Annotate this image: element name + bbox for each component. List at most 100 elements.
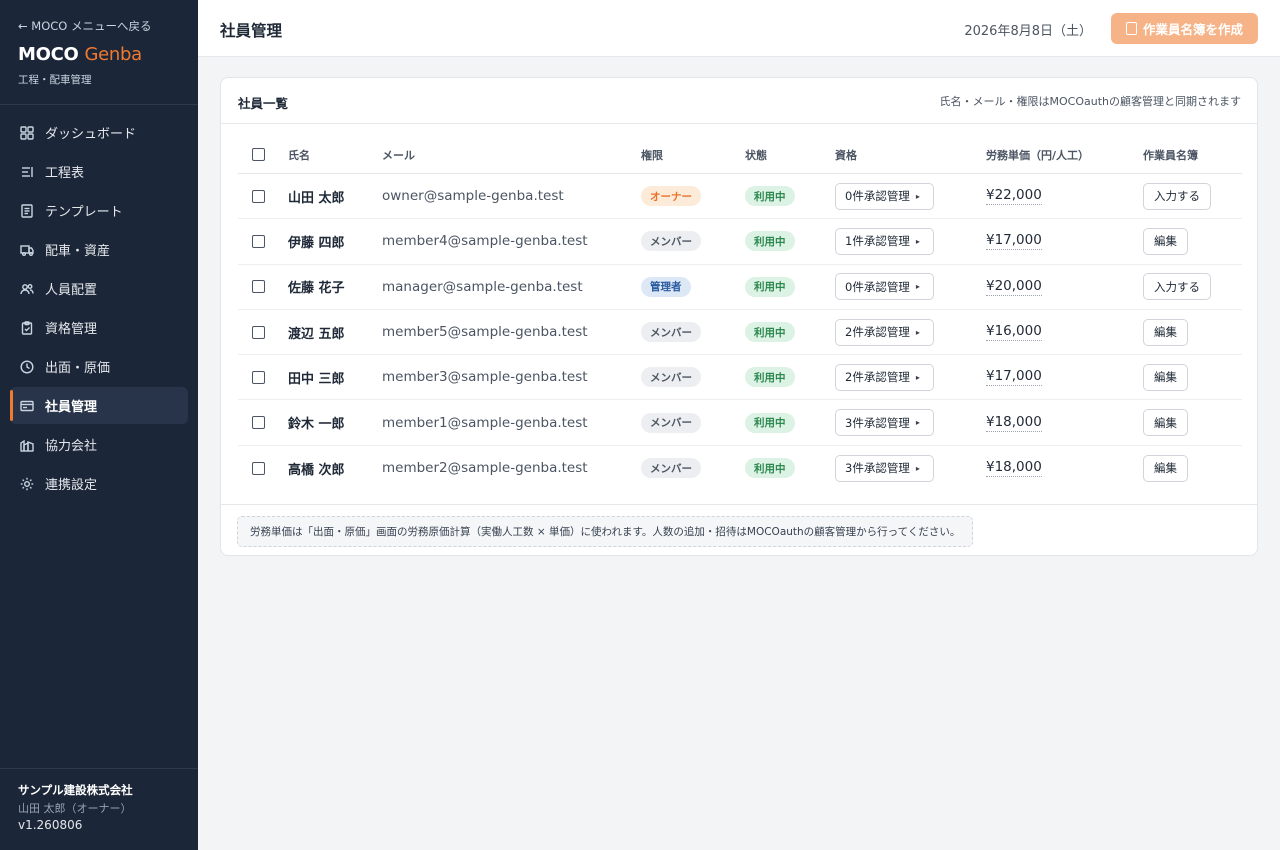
sidebar: ← MOCO メニューへ戻る MOCO Genba 工程・配車管理 ダッシュボー… bbox=[0, 0, 198, 850]
employee-email: member2@sample-genba.test bbox=[382, 460, 588, 477]
employee-email: owner@sample-genba.test bbox=[382, 188, 564, 205]
table-row: 渡辺 五郎 member5@sample-genba.test メンバー 利用中… bbox=[238, 310, 1242, 356]
employee-name: 山田 太郎 bbox=[288, 190, 345, 206]
roster-button[interactable]: 入力する bbox=[1143, 273, 1211, 301]
page-title: 社員管理 bbox=[220, 22, 283, 40]
column-header-name: 氏名 bbox=[288, 148, 310, 162]
employee-email: member5@sample-genba.test bbox=[382, 324, 588, 341]
page-header: 社員管理 2026年8月8日（土） 作業員名簿を作成 bbox=[198, 0, 1280, 57]
sidebar-item-templates[interactable]: テンプレート bbox=[10, 192, 188, 229]
sidebar-item-label: 資格管理 bbox=[45, 322, 98, 337]
status-badge: 利用中 bbox=[745, 231, 795, 252]
sidebar-item-label: テンプレート bbox=[45, 205, 123, 220]
caret-right-icon: ▸ bbox=[915, 191, 920, 201]
users-icon bbox=[20, 282, 34, 296]
app-version: v1.260806 bbox=[18, 818, 83, 832]
sidebar-item-dispatch-assets[interactable]: 配車・資産 bbox=[10, 231, 188, 268]
sidebar-nav: ダッシュボード 工程表 テンプレート 配車・資産 人員配置 資格管理 出面・原価 bbox=[10, 114, 188, 504]
table-header-row: 氏名 メール 権限 状態 資格 労務単価（円/人工） 作業員名簿 bbox=[238, 136, 1242, 174]
role-badge: メンバー bbox=[641, 458, 701, 479]
roster-button[interactable]: 編集 bbox=[1143, 409, 1188, 437]
caret-right-icon: ▸ bbox=[915, 463, 920, 473]
sidebar-item-employees[interactable]: 社員管理 bbox=[10, 387, 188, 424]
caret-right-icon: ▸ bbox=[915, 327, 920, 337]
labor-wage[interactable]: ¥18,000 bbox=[986, 414, 1042, 432]
row-checkbox[interactable] bbox=[252, 416, 265, 430]
status-badge: 利用中 bbox=[745, 276, 795, 297]
caret-right-icon: ▸ bbox=[915, 418, 920, 428]
qualification-button[interactable]: 3件承認管理 ▸ bbox=[835, 454, 934, 482]
labor-wage[interactable]: ¥17,000 bbox=[986, 232, 1042, 251]
card-footer-divider bbox=[221, 504, 1257, 505]
role-badge: メンバー bbox=[641, 231, 701, 252]
role-badge: メンバー bbox=[641, 412, 701, 433]
qualification-button[interactable]: 3件承認管理 ▸ bbox=[835, 409, 934, 437]
roster-button[interactable]: 編集 bbox=[1143, 363, 1188, 391]
table-row: 伊藤 四郎 member4@sample-genba.test メンバー 利用中… bbox=[238, 219, 1242, 265]
role-badge: 管理者 bbox=[641, 276, 691, 297]
column-header-qualification: 資格 bbox=[835, 148, 857, 162]
roster-button[interactable]: 編集 bbox=[1143, 227, 1188, 255]
qualification-button-label: 2件承認管理 bbox=[845, 370, 910, 385]
roster-button[interactable]: 入力する bbox=[1143, 182, 1211, 210]
sidebar-item-partners[interactable]: 協力会社 bbox=[10, 426, 188, 463]
back-to-moco-menu-link[interactable]: ← MOCO メニューへ戻る bbox=[18, 18, 152, 34]
sidebar-item-label: 工程表 bbox=[45, 166, 85, 181]
status-badge: 利用中 bbox=[745, 367, 795, 388]
column-header-mail: メール bbox=[382, 148, 415, 162]
card-title: 社員一覧 bbox=[238, 96, 289, 111]
wage-footnote: 労務単価は「出面・原価」画面の労務原価計算（実働人工数 × 単価）に使われます。… bbox=[237, 516, 974, 547]
table-row: 佐藤 花子 manager@sample-genba.test 管理者 利用中 … bbox=[238, 265, 1242, 310]
sidebar-item-label: ダッシュボード bbox=[45, 127, 137, 142]
row-checkbox[interactable] bbox=[252, 370, 265, 384]
logo-accent: Genba bbox=[84, 44, 143, 65]
sidebar-item-label: 出面・原価 bbox=[45, 361, 111, 376]
sun-icon bbox=[20, 477, 34, 491]
labor-wage[interactable]: ¥17,000 bbox=[986, 368, 1042, 387]
roster-button[interactable]: 編集 bbox=[1143, 454, 1188, 482]
clipboard-icon bbox=[20, 320, 34, 335]
labor-wage[interactable]: ¥16,000 bbox=[986, 323, 1042, 342]
sidebar-item-dashboard[interactable]: ダッシュボード bbox=[10, 114, 188, 151]
sidebar-item-schedule[interactable]: 工程表 bbox=[10, 153, 188, 190]
qualification-button[interactable]: 0件承認管理 ▸ bbox=[835, 273, 934, 301]
clipboard-icon bbox=[1125, 22, 1137, 35]
truck-icon bbox=[20, 243, 34, 257]
row-checkbox[interactable] bbox=[252, 234, 265, 248]
create-roster-button[interactable]: 作業員名簿を作成 bbox=[1111, 13, 1258, 44]
employee-name: 佐藤 花子 bbox=[288, 281, 345, 297]
column-header-role: 権限 bbox=[641, 148, 663, 162]
sync-note: 氏名・メール・権限はMOCOauthの顧客管理と同期されます bbox=[939, 95, 1241, 108]
qualification-button[interactable]: 2件承認管理 ▸ bbox=[835, 363, 934, 391]
sidebar-item-attendance-cost[interactable]: 出面・原価 bbox=[10, 348, 188, 385]
document-icon bbox=[20, 203, 34, 218]
table-row: 田中 三郎 member3@sample-genba.test メンバー 利用中… bbox=[238, 355, 1242, 401]
qualification-button[interactable]: 0件承認管理 ▸ bbox=[835, 182, 934, 210]
sidebar-item-label: 配車・資産 bbox=[45, 244, 111, 259]
sidebar-item-staffing[interactable]: 人員配置 bbox=[10, 270, 188, 307]
row-checkbox[interactable] bbox=[252, 189, 265, 203]
row-checkbox[interactable] bbox=[252, 461, 265, 475]
employee-email: member4@sample-genba.test bbox=[382, 233, 588, 250]
sidebar-item-qualifications[interactable]: 資格管理 bbox=[10, 309, 188, 346]
company-name: サンプル建設株式会社 bbox=[18, 783, 133, 797]
employee-email: manager@sample-genba.test bbox=[382, 278, 583, 295]
labor-wage[interactable]: ¥18,000 bbox=[986, 459, 1042, 478]
select-all-checkbox[interactable] bbox=[252, 148, 265, 161]
labor-wage[interactable]: ¥20,000 bbox=[986, 278, 1042, 296]
table-row: 鈴木 一郎 member1@sample-genba.test メンバー 利用中… bbox=[238, 400, 1242, 446]
qualification-button[interactable]: 2件承認管理 ▸ bbox=[835, 318, 934, 346]
caret-right-icon: ▸ bbox=[915, 282, 920, 292]
create-roster-button-label: 作業員名簿を作成 bbox=[1142, 22, 1243, 37]
row-checkbox[interactable] bbox=[252, 280, 265, 294]
qualification-button[interactable]: 1件承認管理 ▸ bbox=[835, 227, 934, 255]
sidebar-item-integrations[interactable]: 連携設定 bbox=[10, 465, 188, 502]
list-icon bbox=[20, 165, 34, 179]
sidebar-item-label: 人員配置 bbox=[45, 283, 98, 298]
grid-icon bbox=[20, 125, 34, 140]
roster-button[interactable]: 編集 bbox=[1143, 318, 1188, 346]
role-badge: オーナー bbox=[641, 186, 701, 207]
labor-wage[interactable]: ¥22,000 bbox=[986, 187, 1042, 206]
row-checkbox[interactable] bbox=[252, 325, 265, 339]
employee-name: 高橋 次郎 bbox=[288, 462, 345, 478]
